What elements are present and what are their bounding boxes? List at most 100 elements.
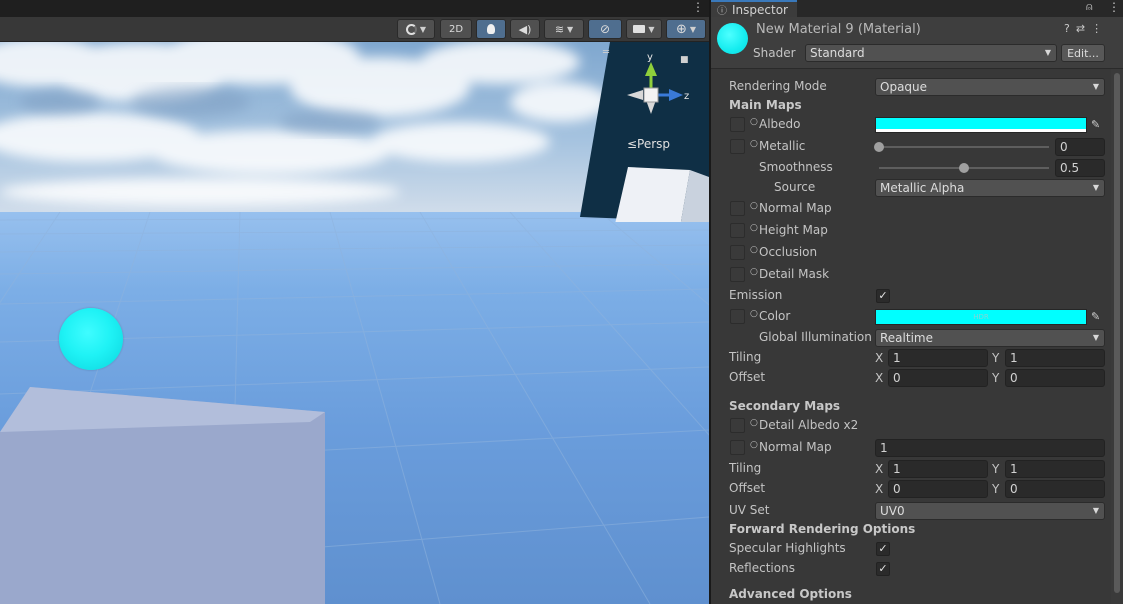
specular-highlights-row: Specular Highlights ✓: [711, 539, 1111, 559]
object-picker-icon[interactable]: ○: [750, 440, 758, 450]
gizmo-menu-icon[interactable]: ═: [603, 47, 609, 58]
projection-toggle[interactable]: ≤Persp: [627, 137, 670, 151]
tab-inspector[interactable]: ⓘ Inspector: [711, 0, 797, 17]
smoothness-slider-thumb[interactable]: [959, 163, 969, 173]
inspector-scrollbar[interactable]: [1111, 69, 1123, 604]
rendering-mode-value: Opaque: [880, 80, 928, 94]
edit-shader-button[interactable]: Edit...: [1061, 44, 1105, 62]
tab-label: Inspector: [732, 2, 788, 17]
lock-icon[interactable]: ■: [680, 55, 689, 65]
hidden-objects-toggle-button[interactable]: ⊘: [588, 19, 622, 39]
white-cube[interactable]: [0, 387, 330, 604]
specular-highlights-checkbox[interactable]: ✓: [876, 542, 890, 556]
inspector-panel: ⓘ Inspector ⍝ ⋮ New Material 9 (Material…: [711, 0, 1123, 604]
emission-color-field[interactable]: HDR: [875, 309, 1087, 325]
object-picker-icon[interactable]: ○: [750, 309, 758, 319]
emission-label: Emission: [729, 288, 783, 302]
emission-checkbox[interactable]: ✓: [876, 289, 890, 303]
eyedropper-icon[interactable]: ✎: [1091, 118, 1100, 131]
tiling-x-label: X: [875, 351, 884, 365]
material-header: New Material 9 (Material) ?⇄⋮ Shader Sta…: [711, 17, 1123, 69]
material-preview-icon: [717, 23, 748, 54]
object-picker-icon[interactable]: ○: [750, 418, 758, 428]
secondary-offset-x-field[interactable]: 0: [888, 480, 988, 498]
more-options-icon[interactable]: ⋮: [692, 0, 704, 14]
albedo-texture-slot[interactable]: [730, 117, 745, 132]
emission-color-label: Color: [759, 309, 791, 323]
tiling-y-field[interactable]: 1: [1005, 349, 1105, 367]
detail-albedo-texture-slot[interactable]: [730, 418, 745, 433]
2d-label: 2D: [448, 23, 464, 35]
effects-toggle-button[interactable]: ≋ ▼: [544, 19, 584, 39]
secondary-normal-scale-field[interactable]: 1: [875, 439, 1105, 457]
normal-map-texture-slot[interactable]: [730, 201, 745, 216]
alpha-bar: [876, 129, 1086, 132]
specular-highlights-label: Specular Highlights: [729, 541, 846, 555]
secondary-offset-row: Offset X 0 Y 0: [711, 479, 1111, 499]
smoothness-label: Smoothness: [759, 160, 833, 174]
metallic-texture-slot[interactable]: [730, 139, 745, 154]
scrollbar-thumb[interactable]: [1114, 73, 1120, 593]
global-illumination-row: Global Illumination Realtime ▼: [711, 328, 1111, 348]
eyedropper-icon[interactable]: ✎: [1091, 310, 1100, 323]
camera-settings-button[interactable]: ▼: [626, 19, 662, 39]
albedo-row: ○ Albedo ✎: [711, 115, 1111, 135]
secondary-tiling-x-field[interactable]: 1: [888, 460, 988, 478]
offset-y-field[interactable]: 0: [1005, 369, 1105, 387]
more-options-icon[interactable]: ⋮: [1108, 0, 1120, 14]
secondary-offset-y-field[interactable]: 0: [1005, 480, 1105, 498]
object-picker-icon[interactable]: ○: [750, 139, 758, 149]
smoothness-value-field[interactable]: 0.5: [1055, 159, 1105, 177]
lighting-toggle-button[interactable]: [476, 19, 506, 39]
tiling-x-field[interactable]: 1: [888, 349, 988, 367]
object-picker-icon[interactable]: ○: [750, 245, 758, 255]
metallic-value-field[interactable]: 0: [1055, 138, 1105, 156]
help-icon[interactable]: ?: [1064, 22, 1076, 35]
offset-label: Offset: [729, 370, 766, 384]
gizmo-y-label: y: [647, 54, 653, 63]
shading-mode-button[interactable]: ▼: [397, 19, 435, 39]
source-dropdown[interactable]: Metallic Alpha ▼: [875, 179, 1105, 197]
object-picker-icon[interactable]: ○: [750, 117, 758, 127]
scene-view[interactable]: ⋮ ▼ 2D ◀) ≋ ▼ ⊘ ▼ ⊕ ▼ y z ═ ■ ≤Persp: [0, 0, 709, 604]
chevron-down-icon: ▼: [1092, 506, 1099, 515]
2d-toggle-button[interactable]: 2D: [440, 19, 472, 39]
metallic-slider-thumb[interactable]: [874, 142, 884, 152]
metallic-label: Metallic: [759, 139, 806, 153]
chevron-down-icon: ▼: [689, 24, 697, 34]
source-label: Source: [774, 180, 816, 194]
secondary-normal-texture-slot[interactable]: [730, 440, 745, 455]
main-maps-row: Main Maps: [711, 96, 1111, 116]
scene-viewport[interactable]: y z ═ ■ ≤Persp: [0, 42, 709, 604]
reflections-row: Reflections ✓: [711, 559, 1111, 579]
cyan-sphere[interactable]: [59, 308, 123, 370]
object-picker-icon[interactable]: ○: [750, 223, 758, 233]
object-picker-icon[interactable]: ○: [750, 201, 758, 211]
secondary-tiling-y-field[interactable]: 1: [1005, 460, 1105, 478]
forward-rendering-row: Forward Rendering Options: [711, 520, 1111, 540]
chevron-down-icon: ▼: [1092, 333, 1099, 342]
object-picker-icon[interactable]: ○: [750, 267, 758, 277]
chevron-down-icon: ▼: [648, 24, 655, 34]
audio-toggle-button[interactable]: ◀): [510, 19, 540, 39]
offset-x-field[interactable]: 0: [888, 369, 988, 387]
rendering-mode-dropdown[interactable]: Opaque ▼: [875, 78, 1105, 96]
detail-albedo-label: Detail Albedo x2: [759, 418, 859, 432]
albedo-color-field[interactable]: [875, 117, 1087, 133]
emission-texture-slot[interactable]: [730, 309, 745, 324]
metallic-slider-track[interactable]: [879, 146, 1049, 148]
scene-tab-bar: ⋮: [0, 0, 709, 17]
reflections-checkbox[interactable]: ✓: [876, 562, 890, 576]
occlusion-texture-slot[interactable]: [730, 245, 745, 260]
detail-mask-texture-slot[interactable]: [730, 267, 745, 282]
height-map-texture-slot[interactable]: [730, 223, 745, 238]
more-options-icon[interactable]: ⋮: [1091, 22, 1108, 35]
lock-icon[interactable]: ⍝: [1086, 0, 1093, 14]
uv-set-dropdown[interactable]: UV0 ▼: [875, 502, 1105, 520]
shader-dropdown[interactable]: Standard ▼: [805, 44, 1057, 62]
gizmos-toggle-button[interactable]: ⊕ ▼: [666, 19, 706, 39]
offset-y-label: Y: [992, 371, 1000, 385]
global-illumination-dropdown[interactable]: Realtime ▼: [875, 329, 1105, 347]
preset-icon[interactable]: ⇄: [1076, 22, 1091, 35]
uv-set-row: UV Set UV0 ▼: [711, 501, 1111, 521]
